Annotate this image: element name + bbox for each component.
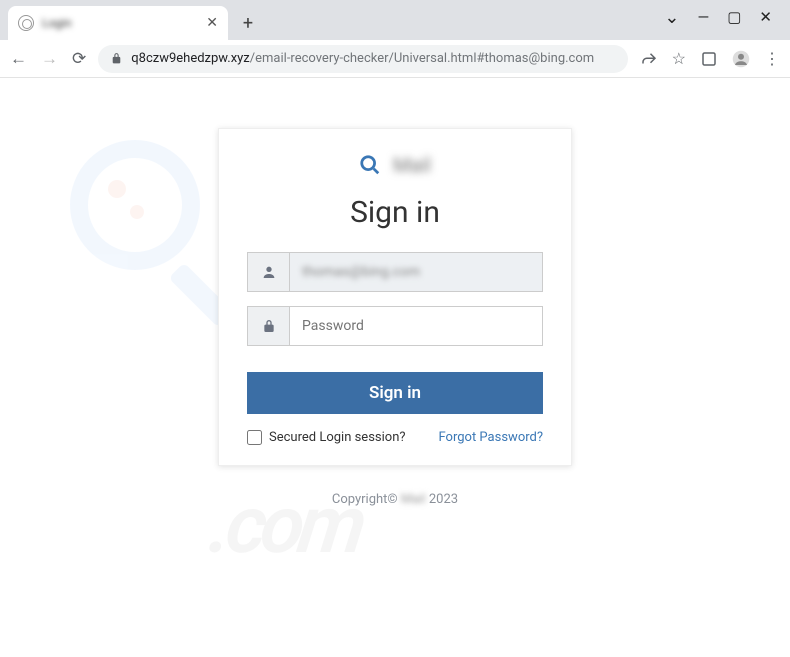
browser-tab-bar: Login ✕ + ⌄ — ▢ ✕: [0, 0, 790, 40]
address-bar: ← → ⟳ q8czw9ehedzpw.xyz/email-recovery-c…: [0, 40, 790, 78]
share-icon[interactable]: [640, 50, 658, 68]
copyright-text: Copyright© Mail 2023: [332, 492, 458, 507]
forgot-password-link[interactable]: Forgot Password?: [438, 430, 543, 445]
lock-icon: [248, 307, 290, 345]
profile-icon[interactable]: [732, 50, 750, 68]
maximize-icon[interactable]: ▢: [727, 8, 741, 26]
url-path: /email-recovery-checker/Universal.html#t…: [250, 51, 594, 66]
checkbox-text: Secured Login session?: [269, 430, 406, 445]
url-domain: q8czw9ehedzpw.xyz: [131, 51, 250, 66]
brand-name: Mail: [393, 153, 431, 177]
lock-icon: [110, 52, 123, 65]
secured-login-checkbox-label[interactable]: Secured Login session?: [247, 430, 406, 445]
menu-icon[interactable]: ⋮: [764, 49, 780, 68]
bookmark-icon[interactable]: ☆: [672, 49, 686, 68]
extension-icon[interactable]: [700, 50, 718, 68]
close-icon[interactable]: ✕: [206, 15, 218, 31]
close-window-icon[interactable]: ✕: [759, 8, 772, 26]
back-icon[interactable]: ←: [10, 49, 27, 69]
new-tab-button[interactable]: +: [234, 9, 262, 37]
window-controls: ⌄ — ▢ ✕: [646, 0, 790, 34]
email-field[interactable]: [290, 253, 542, 291]
user-icon: [248, 253, 290, 291]
reload-icon[interactable]: ⟳: [72, 49, 86, 69]
signin-heading: Sign in: [247, 195, 543, 230]
url-input[interactable]: q8czw9ehedzpw.xyz/email-recovery-checker…: [98, 45, 627, 73]
signin-button[interactable]: Sign in: [247, 372, 543, 414]
tab-title: Login: [42, 16, 198, 30]
chevron-down-icon[interactable]: ⌄: [664, 7, 679, 28]
password-field-wrapper: [247, 306, 543, 346]
brand-row: Mail: [247, 153, 543, 177]
password-field[interactable]: [290, 307, 542, 345]
login-card: Mail Sign in Sign in Secured Login sessi…: [218, 128, 572, 466]
browser-tab[interactable]: Login ✕: [8, 6, 228, 40]
minimize-icon[interactable]: —: [698, 8, 710, 26]
forward-icon[interactable]: →: [41, 49, 58, 69]
search-icon: [359, 154, 381, 176]
email-field-wrapper: [247, 252, 543, 292]
secured-login-checkbox[interactable]: [247, 430, 262, 445]
globe-icon: [18, 15, 34, 31]
